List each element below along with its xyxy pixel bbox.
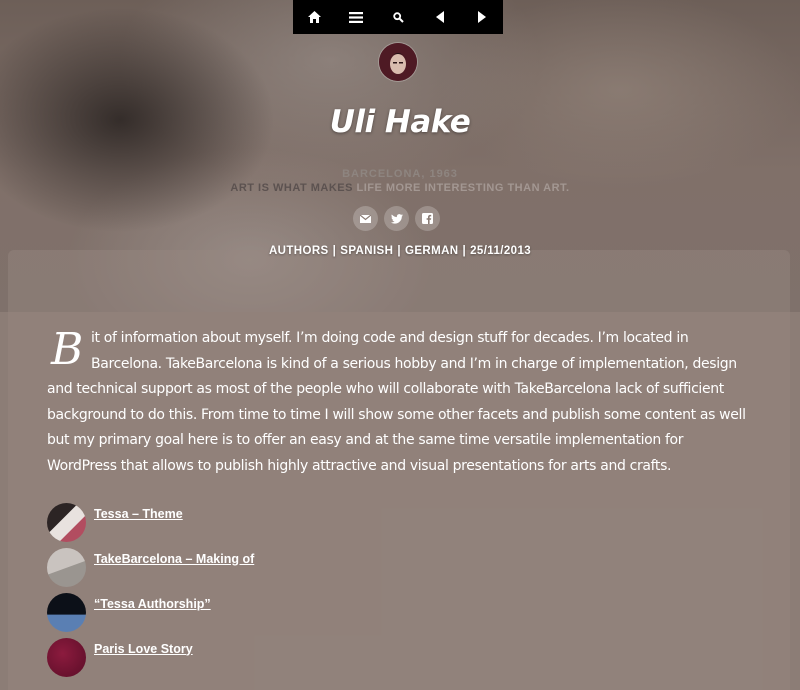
triangle-right-icon (478, 11, 486, 23)
related-post-thumbnail[interactable] (47, 503, 86, 542)
related-post-item[interactable]: Paris Love Story (47, 635, 254, 680)
related-post-item[interactable]: “Tessa Authorship” (47, 590, 254, 635)
next-button[interactable] (461, 0, 503, 34)
author-bio-location: BARCELONA, 1963 (342, 168, 458, 180)
meta-separator: | (397, 245, 401, 257)
search-button[interactable] (377, 0, 419, 34)
home-button[interactable] (293, 0, 335, 34)
meta-separator: | (462, 245, 467, 257)
related-post-thumbnail[interactable] (47, 593, 86, 632)
previous-button[interactable] (419, 0, 461, 34)
triangle-left-icon (436, 11, 444, 23)
related-post-link[interactable]: Paris Love Story (94, 642, 193, 656)
menu-icon (349, 11, 363, 23)
facebook-icon (422, 213, 433, 224)
drop-cap: B (51, 324, 83, 375)
category-link[interactable]: AUTHORS (269, 245, 329, 257)
home-icon (307, 11, 321, 23)
search-icon (392, 11, 404, 23)
email-button[interactable] (353, 206, 378, 231)
author-avatar (379, 43, 417, 81)
language-link-spanish[interactable]: SPANISH (340, 245, 393, 257)
related-post-thumbnail[interactable] (47, 548, 86, 587)
related-post-item[interactable]: TakeBarcelona – Making of (47, 545, 254, 590)
article-body: Bit of information about myself. I’m doi… (47, 326, 753, 479)
author-name: Uli Hake (329, 104, 471, 140)
avatar-portrait (379, 43, 417, 81)
meta-separator: | (332, 245, 337, 257)
article-text: it of information about myself. I’m doin… (47, 330, 746, 474)
author-bio-quote: ART IS WHAT MAKES LIFE MORE INTERESTING … (0, 182, 800, 194)
bio-quote-strong: ART IS WHAT MAKES (230, 182, 353, 194)
social-links (353, 206, 440, 231)
related-posts-list: Tessa – Theme TakeBarcelona – Making of … (47, 500, 254, 680)
bio-quote-rest: LIFE MORE INTERESTING THAN ART. (352, 182, 570, 194)
top-navigation-bar (293, 0, 503, 34)
menu-button[interactable] (335, 0, 377, 34)
twitter-icon (390, 213, 403, 224)
mail-icon (360, 214, 371, 223)
related-post-link[interactable]: “Tessa Authorship” (94, 597, 211, 611)
facebook-button[interactable] (415, 206, 440, 231)
post-date: 25/11/2013 (470, 245, 532, 257)
related-post-link[interactable]: TakeBarcelona – Making of (94, 552, 254, 566)
twitter-button[interactable] (384, 206, 409, 231)
related-post-thumbnail[interactable] (47, 638, 86, 677)
language-link-german[interactable]: GERMAN (405, 245, 459, 257)
post-meta: AUTHORS | SPANISH | GERMAN | 25/11/2013 (0, 245, 800, 257)
related-post-link[interactable]: Tessa – Theme (94, 507, 183, 521)
related-post-item[interactable]: Tessa – Theme (47, 500, 254, 545)
